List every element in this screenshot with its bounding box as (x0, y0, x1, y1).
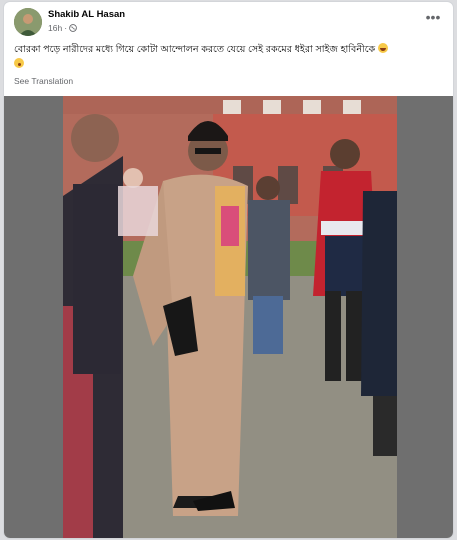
author-avatar[interactable] (14, 8, 42, 36)
see-translation-link[interactable]: See Translation (14, 76, 73, 86)
post-time[interactable]: 16h (48, 23, 62, 33)
caption-text: বোরকা পড়ে নারীদের মধ্যে গিয়ে কোটা আন্দ… (14, 44, 376, 55)
post-photo[interactable] (63, 96, 397, 538)
grinning-face-icon (377, 43, 388, 53)
post-header: Shakib AL Hasan 16h · ••• (4, 2, 453, 38)
post-photo-frame (4, 96, 453, 538)
post-meta: 16h · (48, 23, 77, 33)
facebook-post-card: Shakib AL Hasan 16h · ••• বোরকা পড়ে নার… (4, 2, 453, 538)
post-caption: বোরকা পড়ে নারীদের মধ্যে গিয়ে কোটা আন্দ… (14, 42, 444, 72)
globe-icon (69, 24, 77, 32)
author-name[interactable]: Shakib AL Hasan (48, 9, 125, 20)
astonished-face-icon (14, 58, 24, 68)
more-options-icon[interactable]: ••• (423, 10, 443, 27)
